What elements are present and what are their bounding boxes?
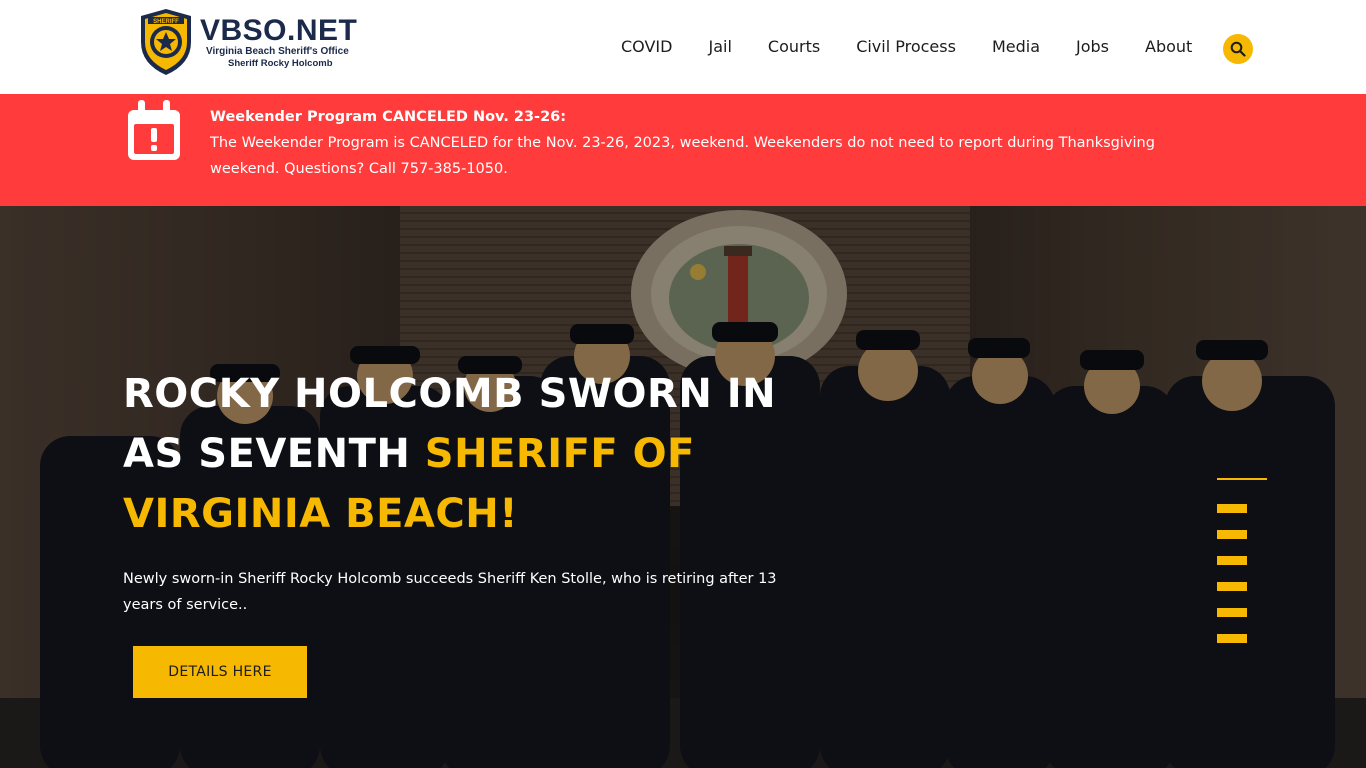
nav-item-jail[interactable]: Jail — [708, 36, 731, 58]
details-button[interactable]: DETAILS HERE — [133, 646, 307, 698]
hero-description: Newly sworn-in Sheriff Rocky Holcomb suc… — [123, 571, 777, 613]
alert-text: Weekender Program CANCELED Nov. 23-26: T… — [210, 104, 1210, 182]
alert-banner: Weekender Program CANCELED Nov. 23-26: T… — [0, 94, 1366, 206]
calendar-alert-icon — [128, 100, 180, 160]
nav-item-media[interactable]: Media — [992, 36, 1040, 58]
nav-item-jobs[interactable]: Jobs — [1076, 36, 1109, 58]
logo-subtitle: Virginia Beach Sheriff's Office — [206, 46, 349, 57]
nav-item-courts[interactable]: Courts — [768, 36, 820, 58]
search-button[interactable] — [1223, 34, 1253, 64]
site-logo[interactable]: SHERIFF VBSO.NET Virginia Beach Sheriff'… — [138, 8, 357, 76]
alert-title: Weekender Program CANCELED Nov. 23-26: — [210, 109, 567, 125]
slider-indicator-line — [1217, 478, 1267, 480]
site-header: SHERIFF VBSO.NET Virginia Beach Sheriff'… — [0, 0, 1366, 94]
sheriff-badge-icon: SHERIFF — [141, 9, 191, 75]
search-icon — [1230, 41, 1246, 57]
slider-dot-3[interactable] — [1217, 556, 1247, 565]
badge-text: SHERIFF — [153, 19, 179, 25]
slider-dot-2[interactable] — [1217, 530, 1247, 539]
slider-dot-1[interactable] — [1217, 504, 1247, 513]
logo-tagline: Sheriff Rocky Holcomb — [228, 58, 333, 69]
alert-body: The Weekender Program is CANCELED for th… — [210, 135, 1155, 177]
slider-dot-4[interactable] — [1217, 582, 1247, 591]
nav-item-covid[interactable]: COVID — [621, 36, 672, 58]
nav-item-civil-process[interactable]: Civil Process — [856, 36, 956, 58]
slider-dot-5[interactable] — [1217, 608, 1247, 617]
logo-text: VBSO.NET Virginia Beach Sheriff's Office… — [200, 16, 357, 70]
slider-dot-6[interactable] — [1217, 634, 1247, 643]
hero-title: ROCKY HOLCOMB SWORN IN AS SEVENTH SHERIF… — [123, 364, 823, 544]
nav-item-about[interactable]: About — [1145, 36, 1192, 58]
hero-slider: ROCKY HOLCOMB SWORN IN AS SEVENTH SHERIF… — [0, 206, 1366, 768]
slider-pagination — [1217, 504, 1247, 660]
main-nav: COVID Jail Courts Civil Process Media Jo… — [621, 36, 1228, 58]
logo-title: VBSO.NET — [200, 14, 358, 47]
